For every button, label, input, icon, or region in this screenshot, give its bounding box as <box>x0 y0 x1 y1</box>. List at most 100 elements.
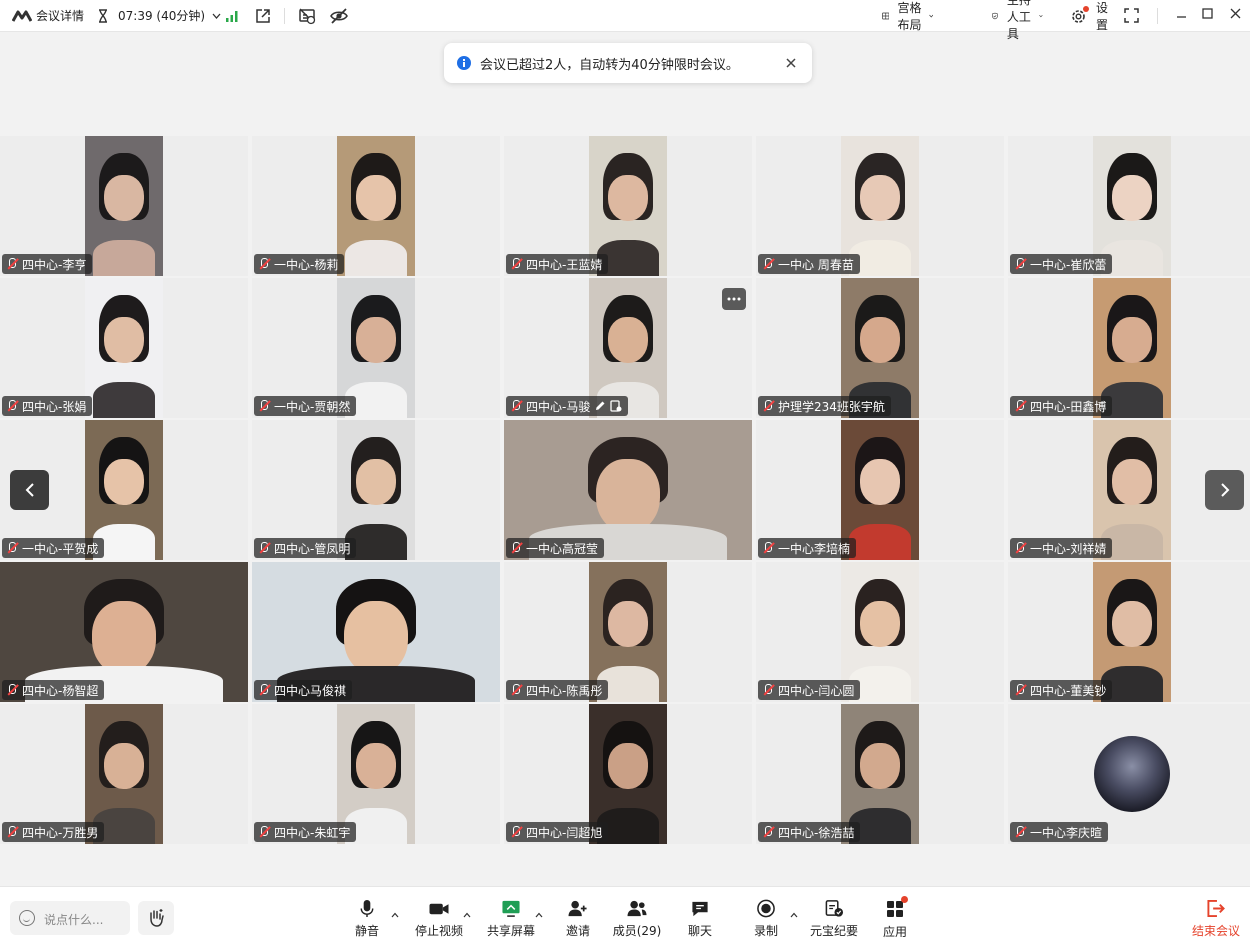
chevron-up-icon[interactable] <box>535 911 543 919</box>
members-icon <box>627 900 647 917</box>
share-screen-button[interactable]: 共享屏幕 <box>486 899 536 939</box>
participant-name-tag: 四中心-陈禹彤 <box>506 680 609 700</box>
chevron-up-icon[interactable] <box>790 911 798 919</box>
settings-button[interactable]: 设置 <box>1070 0 1108 32</box>
mic-muted-icon <box>6 400 18 412</box>
signal-strength-icon[interactable] <box>225 9 239 23</box>
invite-label: 邀请 <box>565 924 590 938</box>
participant-name-tag: 四中心-田鑫博 <box>1010 396 1113 416</box>
close-icon[interactable] <box>784 56 798 70</box>
more-options-button[interactable] <box>722 288 746 310</box>
divider <box>1157 8 1158 24</box>
record-button[interactable]: 录制 <box>752 899 780 939</box>
participant-name: 四中心-董美钞 <box>1030 683 1107 698</box>
previous-page-button[interactable] <box>10 470 49 510</box>
participant-tile[interactable]: 四中心-杨智超 <box>0 562 248 702</box>
participant-tile[interactable]: 一中心李庆暄 <box>1008 704 1250 844</box>
participant-tile[interactable]: 四中心-董美钞 <box>1008 562 1250 702</box>
video-face <box>608 317 648 364</box>
mic-muted-icon <box>258 400 270 412</box>
ai-minutes-button[interactable]: 元宝纪要 <box>810 899 858 939</box>
external-window-icon[interactable] <box>255 8 271 24</box>
participant-name-tag: 一中心-崔欣蕾 <box>1010 254 1113 274</box>
stop-video-button[interactable]: 停止视频 <box>414 899 464 939</box>
host-tools-label: 主持人工具 <box>1006 0 1031 41</box>
participant-name: 一中心-杨莉 <box>274 257 339 272</box>
participant-name-tag: 四中心-李亨 <box>2 254 93 274</box>
minimize-icon[interactable] <box>1176 11 1187 22</box>
participant-tile[interactable]: 一中心-杨莉 <box>252 136 500 276</box>
mic-muted-icon <box>258 258 270 270</box>
raise-hand-button[interactable] <box>138 901 174 935</box>
end-meeting-button[interactable]: 结束会议 <box>1192 899 1240 939</box>
video-face <box>356 459 396 506</box>
mic-muted-icon <box>510 826 522 838</box>
participant-tile[interactable]: 四中心-闫心圆 <box>756 562 1004 702</box>
end-meeting-label: 结束会议 <box>1192 924 1241 938</box>
next-page-button[interactable] <box>1205 470 1244 510</box>
video-face <box>860 175 900 222</box>
participant-tile[interactable]: 四中心-闫超旭 <box>504 704 752 844</box>
participant-name: 护理学234班张宇航 <box>778 399 885 414</box>
chat-bubble-icon <box>692 901 708 917</box>
video-face <box>596 459 660 533</box>
mute-button[interactable]: 静音 <box>353 899 381 939</box>
share-screen-icon <box>502 900 520 917</box>
participant-name-tag: 四中心-杨智超 <box>2 680 105 700</box>
members-button[interactable]: 成员(29) <box>612 899 662 939</box>
participant-name-tag: 四中心-闫超旭 <box>506 822 609 842</box>
mic-muted-icon <box>762 684 774 696</box>
participant-tile[interactable]: 一中心高冠莹 <box>504 420 752 560</box>
host-tools-button[interactable]: 主持人工具 <box>992 0 1043 41</box>
chat-placeholder: 说点什么... <box>44 913 104 927</box>
mic-muted-icon <box>1014 400 1026 412</box>
grid-layout-icon <box>882 12 890 20</box>
participant-tile[interactable]: 四中心-陈禹彤 <box>504 562 752 702</box>
invite-button[interactable]: 邀请 <box>564 899 592 939</box>
participant-tile[interactable]: 一中心李培楠 <box>756 420 1004 560</box>
fullscreen-icon[interactable] <box>1124 8 1139 23</box>
mic-muted-icon <box>1014 826 1026 838</box>
participant-tile[interactable]: 一中心-贾朝然 <box>252 278 500 418</box>
participant-tile[interactable]: 一中心-崔欣蕾 <box>1008 136 1250 276</box>
participant-name-tag: 四中心-管凤明 <box>254 538 357 558</box>
chevron-up-icon[interactable] <box>463 911 471 919</box>
participant-tile[interactable]: 四中心-马骏 <box>504 278 752 418</box>
settings-label: 设置 <box>1095 1 1108 32</box>
participant-tile[interactable]: 四中心-田鑫博 <box>1008 278 1250 418</box>
layout-button[interactable]: 宫格布局 <box>882 0 933 32</box>
participant-name-tag: 四中心-万胜男 <box>2 822 105 842</box>
apps-button[interactable]: 应用 <box>881 896 909 939</box>
participant-tile[interactable]: 四中心-李亨 <box>0 136 248 276</box>
participant-tile[interactable]: 护理学234班张宇航 <box>756 278 1004 418</box>
participant-tile[interactable]: 四中心-徐浩喆 <box>756 704 1004 844</box>
video-face <box>860 743 900 790</box>
participant-tile[interactable]: 四中心-管凤明 <box>252 420 500 560</box>
participant-tile[interactable]: 四中心-王蓝婧 <box>504 136 752 276</box>
participant-name: 四中心-王蓝婧 <box>526 257 603 272</box>
maximize-icon[interactable] <box>1202 8 1213 19</box>
participant-tile[interactable]: 一中心 周春苗 <box>756 136 1004 276</box>
video-camera-icon <box>429 903 449 915</box>
chevron-up-icon[interactable] <box>391 911 399 919</box>
members-label: 成员(29) <box>612 924 662 938</box>
close-window-icon[interactable] <box>1230 8 1241 19</box>
subtitle-off-icon[interactable] <box>298 7 316 25</box>
participant-tile[interactable]: 四中心-万胜男 <box>0 704 248 844</box>
video-face <box>104 175 144 222</box>
hide-view-icon[interactable] <box>329 7 349 25</box>
emoji-icon[interactable] <box>19 910 35 926</box>
video-face <box>1112 459 1152 506</box>
participant-tile[interactable]: 四中心-张娟 <box>0 278 248 418</box>
meeting-timer[interactable]: 07:39 (40分钟) <box>96 0 221 32</box>
participant-tile[interactable]: 四中心马俊祺 <box>252 562 500 702</box>
record-doc-icon <box>610 400 622 412</box>
quick-chat-input[interactable]: 说点什么... <box>10 901 130 935</box>
mic-muted-icon <box>258 826 270 838</box>
chat-button[interactable]: 聊天 <box>686 899 714 939</box>
meeting-info-button[interactable]: 会议详情 <box>12 0 84 32</box>
participant-name-tag: 四中心-董美钞 <box>1010 680 1113 700</box>
apps-label: 应用 <box>882 925 907 939</box>
participant-tile[interactable]: 四中心-朱虹宇 <box>252 704 500 844</box>
participant-name: 四中心-李亨 <box>22 257 87 272</box>
